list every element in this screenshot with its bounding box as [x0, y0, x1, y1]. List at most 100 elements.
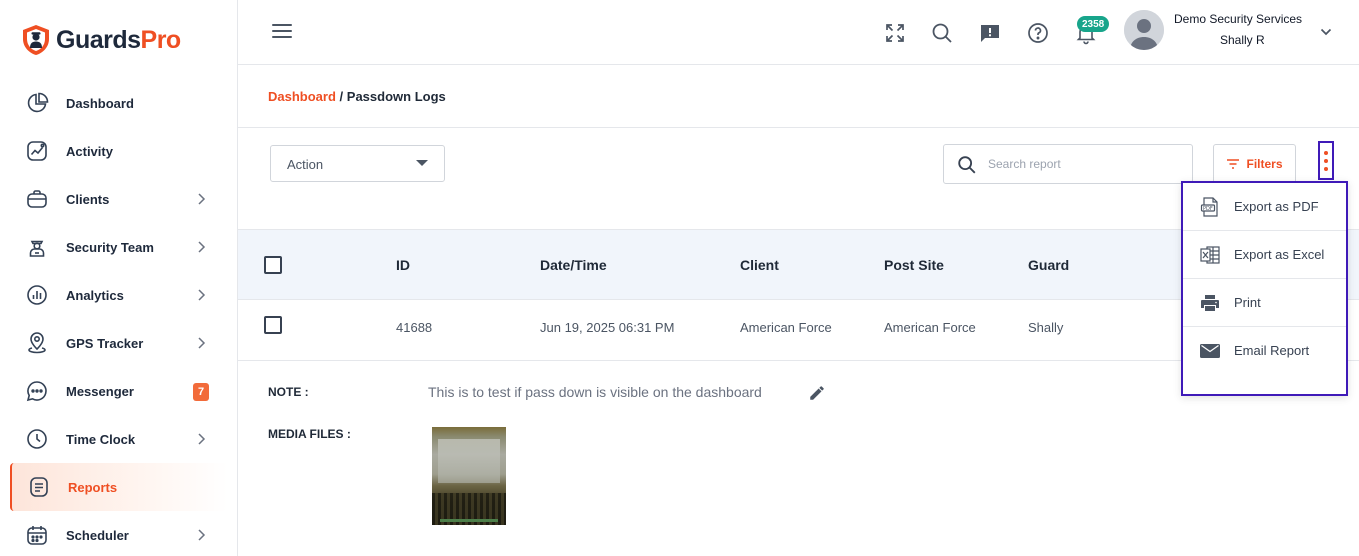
user-name: Shally R: [1220, 33, 1265, 47]
cell-guard: Shally: [1028, 320, 1064, 335]
sidebar-item-time-clock[interactable]: Time Clock: [0, 415, 238, 463]
sidebar-nav: Dashboard Activity Clients Security Team…: [0, 79, 238, 556]
menu-item-print[interactable]: Print: [1183, 279, 1346, 327]
sidebar-item-label: Dashboard: [66, 95, 134, 111]
help-icon[interactable]: [1026, 21, 1050, 45]
row-checkbox[interactable]: [264, 316, 282, 334]
brand-name: GuardsPro: [56, 26, 181, 55]
edit-pencil-icon[interactable]: [808, 384, 826, 402]
breadcrumb-separator: /: [339, 89, 344, 104]
company-name: Demo Security Services: [1174, 12, 1303, 26]
briefcase-icon: [24, 186, 50, 212]
map-pin-icon: [24, 330, 50, 356]
sidebar-item-clients[interactable]: Clients: [0, 175, 238, 223]
chat-icon: [24, 378, 50, 404]
cell-datetime: Jun 19, 2025 06:31 PM: [540, 320, 675, 335]
search-input[interactable]: [988, 153, 1183, 175]
sidebar-item-security-team[interactable]: Security Team: [0, 223, 238, 271]
analytics-icon: [24, 282, 50, 308]
column-header-datetime[interactable]: Date/Time: [540, 257, 607, 273]
sidebar-item-label: Scheduler: [66, 527, 129, 543]
printer-icon: [1199, 292, 1221, 314]
sidebar-item-analytics[interactable]: Analytics: [0, 271, 238, 319]
sidebar-item-scheduler[interactable]: Scheduler: [0, 511, 238, 556]
pdf-file-icon: PDF: [1199, 196, 1221, 218]
search-box: [943, 144, 1193, 184]
media-files-label: MEDIA FILES :: [268, 427, 351, 441]
menu-item-export-pdf[interactable]: PDF Export as PDF: [1183, 183, 1346, 231]
svg-text:PDF: PDF: [1203, 206, 1213, 212]
chevron-down-icon[interactable]: [1320, 27, 1332, 37]
sidebar-item-label: Reports: [68, 479, 118, 495]
media-thumbnail[interactable]: [432, 427, 506, 525]
note-label: NOTE :: [268, 385, 309, 399]
menu-item-label: Email Report: [1234, 343, 1310, 358]
column-header-guard[interactable]: Guard: [1028, 257, 1069, 273]
menu-toggle-icon[interactable]: [272, 24, 292, 40]
sidebar-item-label: Time Clock: [66, 431, 136, 447]
notification-count-badge: 2358: [1077, 16, 1110, 32]
sidebar-item-messenger[interactable]: Messenger 7: [0, 367, 238, 415]
chevron-right-icon: [198, 193, 206, 205]
brand-name-part2: Pro: [140, 25, 182, 54]
column-header-client[interactable]: Client: [740, 257, 779, 273]
fullscreen-icon[interactable]: [883, 21, 907, 45]
sidebar-item-label: Security Team: [66, 239, 154, 255]
logo[interactable]: GuardsPro: [22, 24, 181, 56]
sidebar: GuardsPro Dashboard Activity Clients Sec…: [0, 0, 238, 556]
clock-icon: [24, 426, 50, 452]
chevron-right-icon: [198, 241, 206, 253]
feedback-icon[interactable]: [978, 21, 1002, 45]
user-avatar-icon: [1124, 10, 1164, 50]
shield-logo-icon: [23, 25, 49, 55]
cell-post-site: American Force: [884, 320, 976, 335]
sidebar-item-reports[interactable]: Reports: [10, 463, 228, 511]
sidebar-item-label: Messenger: [66, 383, 134, 399]
more-options-icon[interactable]: [1318, 141, 1334, 180]
select-all-checkbox[interactable]: [264, 256, 282, 274]
column-header-post-site[interactable]: Post Site: [884, 257, 944, 273]
brand-name-part1: Guards: [56, 25, 141, 54]
export-menu: PDF Export as PDF Export as Excel Print …: [1181, 181, 1348, 396]
sidebar-item-dashboard[interactable]: Dashboard: [0, 79, 238, 127]
breadcrumb: Dashboard / Passdown Logs: [268, 89, 446, 104]
caret-down-icon: [416, 160, 428, 166]
sidebar-item-gps-tracker[interactable]: GPS Tracker: [0, 319, 238, 367]
sidebar-item-label: Analytics: [66, 287, 124, 303]
sidebar-item-label: GPS Tracker: [66, 335, 144, 351]
page-title: Passdown Logs: [346, 89, 446, 104]
avatar[interactable]: [1124, 10, 1164, 50]
chevron-right-icon: [198, 337, 206, 349]
report-icon: [26, 474, 52, 500]
pie-chart-icon: [24, 90, 50, 116]
cell-client: American Force: [740, 320, 832, 335]
messenger-badge: 7: [193, 383, 209, 401]
action-select[interactable]: Action: [270, 145, 445, 182]
sidebar-item-label: Clients: [66, 191, 110, 207]
chevron-right-icon: [198, 433, 206, 445]
column-header-id[interactable]: ID: [396, 257, 410, 273]
sidebar-item-activity[interactable]: Activity: [0, 127, 238, 175]
search-icon[interactable]: [930, 21, 954, 45]
chevron-right-icon: [198, 289, 206, 301]
breadcrumb-dashboard-link[interactable]: Dashboard: [268, 89, 336, 104]
email-icon: [1199, 340, 1221, 362]
cell-id: 41688: [396, 320, 433, 335]
top-bar: 2358 Demo Security Services Shally R: [238, 0, 1359, 65]
guard-icon: [24, 234, 50, 260]
excel-file-icon: [1199, 244, 1221, 266]
note-text: This is to test if pass down is visible …: [428, 384, 762, 400]
search-icon: [958, 156, 976, 174]
filter-icon: [1227, 159, 1240, 169]
menu-item-email-report[interactable]: Email Report: [1183, 327, 1346, 375]
menu-item-label: Print: [1234, 295, 1261, 310]
menu-item-export-excel[interactable]: Export as Excel: [1183, 231, 1346, 279]
app-root: GuardsPro Dashboard Activity Clients Sec…: [0, 0, 1359, 556]
action-select-value: Action: [287, 157, 324, 172]
chevron-right-icon: [198, 529, 206, 541]
filters-label: Filters: [1246, 157, 1283, 171]
menu-item-label: Export as Excel: [1234, 247, 1325, 262]
activity-chart-icon: [24, 138, 50, 164]
menu-item-label: Export as PDF: [1234, 199, 1319, 214]
filters-button[interactable]: Filters: [1213, 144, 1296, 184]
